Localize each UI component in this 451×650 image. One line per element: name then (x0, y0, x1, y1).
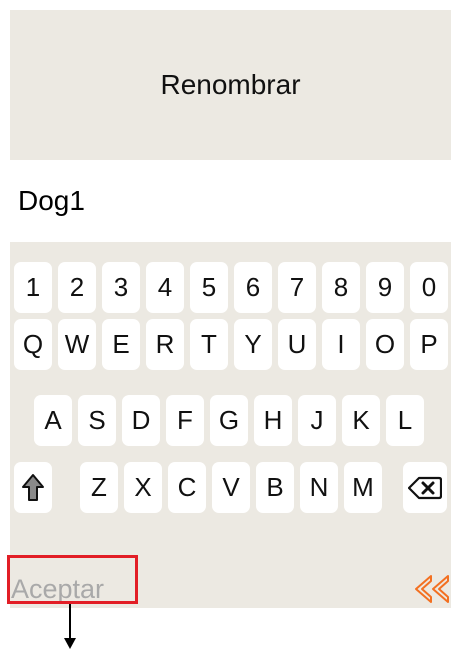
key-u[interactable]: U (278, 319, 316, 370)
key-k[interactable]: K (342, 395, 380, 446)
accept-highlight-box (7, 555, 138, 604)
double-chevron-left-icon (415, 575, 449, 603)
key-5[interactable]: 5 (190, 262, 228, 313)
key-7[interactable]: 7 (278, 262, 316, 313)
key-j[interactable]: J (298, 395, 336, 446)
key-g[interactable]: G (210, 395, 248, 446)
key-v[interactable]: V (212, 462, 250, 513)
name-input-value: Dog1 (18, 185, 85, 216)
down-arrow-icon (64, 604, 76, 649)
key-r[interactable]: R (146, 319, 184, 370)
rename-screen: Renombrar Dog1 1 2 3 4 5 6 7 8 9 0 Q W E… (10, 10, 451, 608)
key-o[interactable]: O (366, 319, 404, 370)
key-b[interactable]: B (256, 462, 294, 513)
key-h[interactable]: H (254, 395, 292, 446)
key-q[interactable]: Q (14, 319, 52, 370)
key-x[interactable]: X (124, 462, 162, 513)
keyboard-row-qwerty: Q W E R T Y U I O P (10, 319, 451, 370)
back-button[interactable] (413, 573, 451, 610)
key-i[interactable]: I (322, 319, 360, 370)
backspace-icon (408, 476, 442, 499)
key-m[interactable]: M (344, 462, 382, 513)
backspace-key[interactable] (403, 462, 447, 513)
key-t[interactable]: T (190, 319, 228, 370)
key-1[interactable]: 1 (14, 262, 52, 313)
key-3[interactable]: 3 (102, 262, 140, 313)
key-z[interactable]: Z (80, 462, 118, 513)
keyboard-row-numbers: 1 2 3 4 5 6 7 8 9 0 (10, 262, 451, 313)
key-9[interactable]: 9 (366, 262, 404, 313)
key-f[interactable]: F (166, 395, 204, 446)
key-c[interactable]: C (168, 462, 206, 513)
key-2[interactable]: 2 (58, 262, 96, 313)
key-d[interactable]: D (122, 395, 160, 446)
title-bar: Renombrar (10, 10, 451, 160)
page-title: Renombrar (160, 69, 301, 100)
key-4[interactable]: 4 (146, 262, 184, 313)
shift-up-arrow-icon (22, 473, 44, 501)
key-n[interactable]: N (300, 462, 338, 513)
key-0[interactable]: 0 (410, 262, 448, 313)
keyboard-row-asdf: A S D F G H J K L (10, 395, 451, 446)
key-e[interactable]: E (102, 319, 140, 370)
key-l[interactable]: L (386, 395, 424, 446)
key-8[interactable]: 8 (322, 262, 360, 313)
key-y[interactable]: Y (234, 319, 272, 370)
key-a[interactable]: A (34, 395, 72, 446)
keyboard-row-zxcv: Z X C V B N M (10, 462, 451, 513)
key-p[interactable]: P (410, 319, 448, 370)
key-6[interactable]: 6 (234, 262, 272, 313)
key-w[interactable]: W (58, 319, 96, 370)
key-s[interactable]: S (78, 395, 116, 446)
shift-key[interactable] (14, 462, 52, 513)
name-input[interactable]: Dog1 (10, 160, 451, 242)
